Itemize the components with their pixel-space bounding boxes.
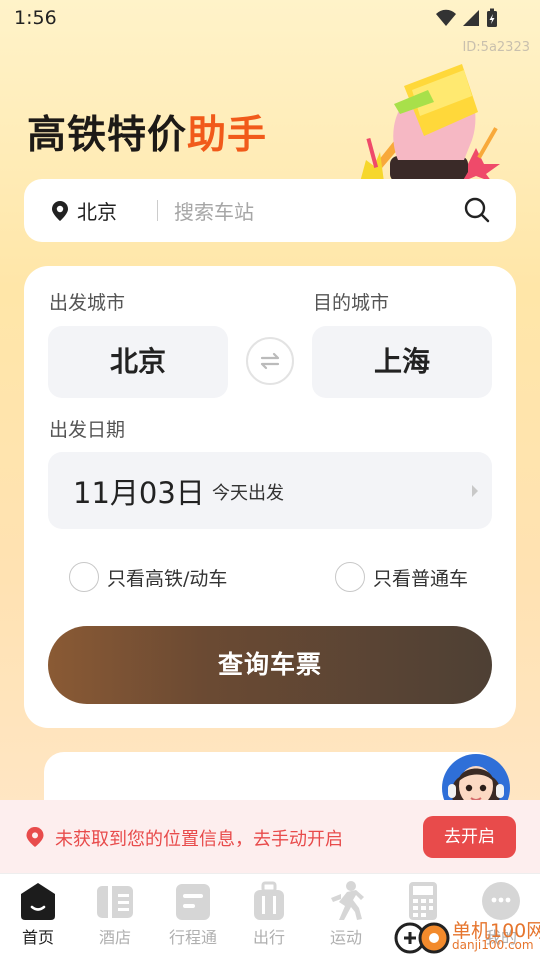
tab-label: 酒店 [98,928,131,947]
regular-only-option[interactable]: 只看普通车 [335,562,468,592]
home-icon [21,883,55,920]
tab-label: 行程通 [168,928,217,947]
current-city[interactable]: 北京 [77,196,117,225]
location-permission-banner: 未获取到您的位置信息，去手动开启 去开启 [0,800,540,873]
status-bar: 1:56 [0,0,540,38]
high-speed-radio[interactable] [69,562,99,592]
luggage-icon [254,881,284,920]
tab-itinerary[interactable]: 行程通 [158,880,228,948]
destination-city-button[interactable]: 上海 [312,326,492,398]
tab-hotel[interactable]: 酒店 [80,880,150,948]
search-icon[interactable] [464,197,490,223]
swap-cities-button[interactable] [246,337,294,385]
date-sub: 今天出发 [212,483,284,504]
tab-label: 首页 [21,928,54,947]
tab-home[interactable]: 首页 [3,880,73,948]
date-value: 11月03日 [73,476,205,510]
location-pin-icon [26,827,44,847]
site-watermark: 单机100网 danji100.com [394,916,540,956]
hotel-icon [97,886,133,918]
station-search-bar[interactable]: 北京 搜索车站 [24,179,516,242]
swap-icon [260,352,280,370]
regular-option-label: 只看普通车 [373,567,469,590]
date-label: 出发日期 [49,419,126,441]
watermark-logo-icon [394,922,450,954]
tab-label: 出行 [252,928,285,947]
date-picker[interactable]: 11月03日 今天出发 [48,452,492,529]
departure-city-label: 出发城市 [49,292,126,314]
divider [157,200,158,221]
signal-icon [463,10,479,26]
location-message: 未获取到您的位置信息，去手动开启 [55,829,343,850]
high-speed-option-label: 只看高铁/动车 [107,567,228,590]
search-input[interactable]: 搜索车站 [174,196,254,225]
status-icons [436,8,498,28]
chevron-right-icon [472,485,478,497]
battery-icon [487,8,497,27]
tab-label: 运动 [329,928,362,947]
high-speed-only-option[interactable]: 只看高铁/动车 [69,562,227,592]
itinerary-icon [176,884,210,920]
ticket-search-card: 出发城市 目的城市 北京 上海 出发日期 11月03日 今天出发 只看高铁/动车… [24,266,516,728]
status-time: 1:56 [14,7,57,29]
hero-title-part2: 助手 [187,113,268,158]
query-tickets-button[interactable]: 查询车票 [48,626,492,704]
tab-travel[interactable]: 出行 [234,880,304,948]
ticket-hand-illustration [360,64,500,182]
tab-sports[interactable]: 运动 [311,880,381,948]
destination-city-label: 目的城市 [313,292,390,314]
wifi-icon [436,9,456,26]
hero-title: 高铁特价助手 [27,104,267,160]
watermark-url: danji100.com [452,938,534,952]
regular-radio[interactable] [335,562,365,592]
location-pin-icon [52,201,68,221]
id-text: ID:5a2323 [462,40,530,55]
running-icon [331,881,364,920]
departure-city-button[interactable]: 北京 [48,326,228,398]
enable-location-button[interactable]: 去开启 [423,816,516,858]
hero-title-part1: 高铁特价 [27,113,188,158]
